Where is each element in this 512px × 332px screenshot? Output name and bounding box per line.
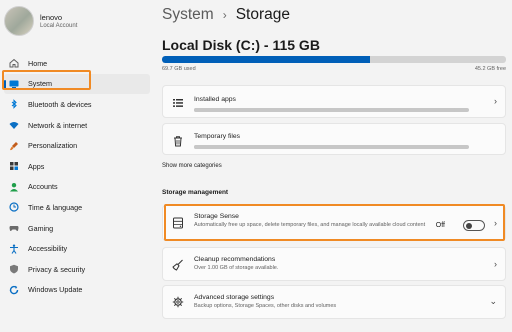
sidebar-item-apps[interactable]: Apps [4,156,150,177]
sidebar-item-windows-update[interactable]: Windows Update [4,280,150,301]
category-temporary-files[interactable]: Temporary files [162,123,506,155]
chevron-right-icon: › [494,96,497,106]
sidebar-item-bluetooth[interactable]: Bluetooth & devices [4,94,150,115]
update-icon [9,285,19,295]
installed-apps-icon [172,97,184,109]
breadcrumb-system-link[interactable]: System [162,6,214,24]
show-more-categories-link[interactable]: Show more categories [162,163,222,169]
avatar [4,6,34,36]
sidebar-item-label: Personalization [28,141,78,151]
advanced-storage-settings-card[interactable]: Advanced storage settings Backup options… [162,285,506,319]
broom-icon [172,259,184,271]
page-title: Storage [235,6,290,23]
sidebar-item-accessibility[interactable]: Accessibility [4,238,150,259]
sidebar-item-label: Time & language [28,202,83,212]
category-usage-bar [194,108,469,112]
used-space-label: 69.7 GB used [162,66,196,72]
advanced-storage-title: Advanced storage settings [194,294,275,301]
sidebar-item-gaming[interactable]: Gaming [4,218,150,239]
advanced-storage-description: Backup options, Storage Spaces, other di… [194,303,337,309]
sidebar-item-personalization[interactable]: Personalization [4,135,150,156]
accounts-icon [9,182,19,192]
chevron-right-icon: › [494,259,497,269]
sidebar-item-label: Home [28,58,48,68]
apps-icon [9,161,19,171]
time-language-icon [9,202,19,213]
trash-icon [172,135,184,147]
accessibility-icon [9,244,19,254]
cleanup-description: Over 1.00 GB of storage available. [194,265,279,271]
free-space-label: 45.2 GB free [474,66,506,72]
sidebar-item-label: Privacy & security [28,264,86,274]
brush-icon [9,141,19,151]
user-profile[interactable]: lenovo Local Account [4,6,77,36]
sidebar-item-label: Apps [28,161,45,171]
system-highlight-box [2,70,91,90]
cleanup-title: Cleanup recommendations [194,256,276,263]
home-icon [9,58,19,68]
account-type: Local Account [40,23,78,29]
sidebar-item-label: Accounts [28,182,58,192]
sidebar-item-label: Windows Update [28,285,83,295]
chevron-right-icon: › [222,8,227,22]
disk-title: Local Disk (C:) - 115 GB [162,37,320,53]
sidebar-item-privacy-security[interactable]: Privacy & security [4,259,150,280]
network-icon [9,120,19,130]
sidebar-nav: Home System Bluetooth & devices Network … [4,53,150,300]
disk-usage-fill [162,56,371,63]
category-usage-fill [194,145,450,149]
storage-sense-highlight-box [164,204,505,241]
bluetooth-icon [9,99,19,110]
disk-usage-bar [162,56,506,63]
sidebar: lenovo Local Account Home System Bluetoo… [0,0,152,332]
sidebar-item-label: Network & internet [28,120,88,130]
category-usage-bar [194,145,469,149]
gear-icon [172,296,184,308]
shield-icon [9,264,19,274]
chevron-down-icon: ⌄ [489,296,497,306]
gaming-icon [9,223,19,233]
sidebar-item-accounts[interactable]: Accounts [4,177,150,198]
user-name: lenovo [40,13,63,22]
category-title: Installed apps [194,96,236,103]
breadcrumb: System › Storage [162,6,290,24]
category-usage-fill [194,108,456,112]
sidebar-item-label: Gaming [28,223,54,233]
storage-management-heading: Storage management [162,189,229,196]
sidebar-item-label: Accessibility [28,244,68,254]
sidebar-item-time-language[interactable]: Time & language [4,197,150,218]
sidebar-item-network[interactable]: Network & internet [4,115,150,136]
sidebar-item-label: Bluetooth & devices [28,99,92,109]
category-title: Temporary files [194,133,241,140]
category-installed-apps[interactable]: Installed apps › [162,85,506,118]
cleanup-recommendations-card[interactable]: Cleanup recommendations Over 1.00 GB of … [162,247,506,281]
